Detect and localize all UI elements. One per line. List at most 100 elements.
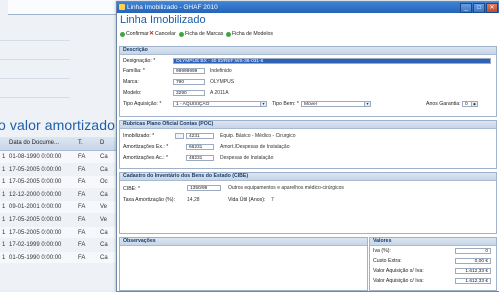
anos-garantia-stepper[interactable]: 0 ◆ xyxy=(462,101,478,107)
background-page-title: o valor amortizado xyxy=(0,117,115,133)
modelo-input[interactable]: 3290 xyxy=(173,90,205,96)
familia-label: Família: * xyxy=(123,68,145,74)
familia-description: Indefinido xyxy=(210,68,232,74)
table-row[interactable]: 1 17-02-1999 0:00:00 FA Ca xyxy=(0,239,120,252)
table-cell-date: 17-05-2005 0:00:00 xyxy=(9,216,62,223)
confirm-label: Confirmar xyxy=(126,31,149,37)
background-table-body: 1 01-08-1990 0:00:00 FA Ca 1 17-05-2005 0:00:… xyxy=(0,151,120,265)
table-cell-a: 1 xyxy=(2,242,6,249)
table-cell-t: FA xyxy=(78,216,86,223)
column-header-date[interactable]: Data do Docume... xyxy=(9,140,59,146)
background-table-header: Data do Docume... T. D xyxy=(0,137,120,151)
table-cell-d: Ca xyxy=(100,242,108,249)
imobilizado-checkbox[interactable] xyxy=(175,133,184,139)
cancel-button[interactable]: ✕ Cancelar xyxy=(149,31,176,38)
vida-util-value: 7 xyxy=(271,197,274,203)
valores-header: Valores xyxy=(370,238,496,246)
observacoes-textarea[interactable] xyxy=(122,247,365,288)
window-titlebar[interactable]: Linha Imobilizado - GHAF 2010 _ □ ✕ xyxy=(117,2,499,13)
table-cell-a: 1 xyxy=(2,204,6,211)
table-row[interactable]: 1 17-05-2005 0:00:00 FA Oc xyxy=(0,176,120,189)
tipo-bem-label: Tipo Bem: * xyxy=(272,101,299,107)
table-row[interactable]: 1 09-01-2001 0:00:00 FA Ve xyxy=(0,201,120,214)
table-cell-t: FA xyxy=(78,254,86,261)
table-cell-t: FA xyxy=(78,154,86,160)
marcas-icon xyxy=(179,31,184,37)
taxa-amortizacao-value: 14,28 xyxy=(187,197,200,203)
table-cell-date: 17-02-1999 0:00:00 xyxy=(9,242,62,249)
amortizacoes-ex-label: Amortizações Ex.: * xyxy=(123,144,169,150)
imobilizado-label: Imobilizado: * xyxy=(123,133,155,139)
designacao-input[interactable]: OLYMPUS BX - 40 ID/REF:WS-36-031-6 xyxy=(173,58,491,64)
amortizacoes-ex-input[interactable]: 66231 xyxy=(186,144,214,150)
column-header-d[interactable]: D xyxy=(100,140,104,146)
imobilizado-description: Equip. Básico - Médico - Cirurgico xyxy=(220,133,296,139)
table-cell-a: 1 xyxy=(2,216,6,223)
amortizacoes-ac-input[interactable]: 48231 xyxy=(186,155,214,161)
table-row[interactable]: 1 12-12-2000 0:00:00 FA Ca xyxy=(0,189,120,202)
custo-extra-input[interactable]: 0,00 € xyxy=(455,258,491,264)
chevron-down-icon[interactable]: ▼ xyxy=(364,102,370,106)
ficha-marcas-button[interactable]: Ficha de Marcas xyxy=(179,31,223,37)
modelo-label: Modelo: xyxy=(123,90,142,96)
modelo-description: A 2011A xyxy=(210,90,229,96)
window-title: Linha Imobilizado - GHAF 2010 xyxy=(127,4,218,11)
valor-aquisicao-siva-input[interactable]: 1.612,33 € xyxy=(455,268,491,274)
cibe-input[interactable]: 1350/99 xyxy=(187,185,221,191)
stepper-arrows-icon[interactable]: ◆ xyxy=(471,102,477,106)
table-cell-t: FA xyxy=(78,179,86,186)
tipo-bem-value: Móvel xyxy=(304,102,317,107)
valor-aquisicao-civa-label: Valor Aquisição c/ Iva: xyxy=(373,278,424,284)
tipo-bem-select[interactable]: Móvel ▼ xyxy=(301,101,371,107)
imobilizado-input[interactable]: 4231 xyxy=(186,133,214,139)
table-cell-d: Ve xyxy=(100,216,108,223)
table-row[interactable]: 1 01-05-1990 0:00:00 FA Ca xyxy=(0,251,120,265)
table-row[interactable]: 1 17-05-2005 0:00:00 FA Ca xyxy=(0,226,120,240)
table-cell-d: Ca xyxy=(100,229,108,236)
table-cell-d: Ca xyxy=(100,166,108,173)
table-cell-a: 1 xyxy=(2,254,6,261)
close-button[interactable]: ✕ xyxy=(486,3,498,13)
maximize-button[interactable]: □ xyxy=(473,3,485,13)
table-cell-date: 17-05-2005 0:00:00 xyxy=(9,166,62,173)
table-cell-date: 01-08-1990 0:00:00 xyxy=(9,154,62,160)
table-cell-t: FA xyxy=(78,191,86,198)
tipo-aquisicao-value: 1 - AQUISIÇÃO xyxy=(176,102,210,107)
observacoes-header: Observações xyxy=(120,238,367,246)
app-icon xyxy=(119,4,125,10)
familia-input[interactable]: 99999999 xyxy=(173,68,205,74)
vida-util-label: Vida Útil (Anos): xyxy=(228,197,266,203)
taxa-amortizacao-label: Taxa Amortização (%): xyxy=(123,197,175,203)
anos-garantia-label: Anos Garantia: xyxy=(426,101,461,107)
page-title: Linha Imobilizado xyxy=(120,14,206,26)
table-cell-date: 17-05-2005 0:00:00 xyxy=(9,179,62,186)
linha-imobilizado-window: Linha Imobilizado - GHAF 2010 _ □ ✕ Linh… xyxy=(116,1,499,292)
table-cell-a: 1 xyxy=(2,229,6,236)
minimize-button[interactable]: _ xyxy=(460,3,472,13)
table-row[interactable]: 1 01-08-1990 0:00:00 FA Ca xyxy=(0,151,120,164)
toolbar: Confirmar ✕ Cancelar Ficha de Marcas Fic… xyxy=(117,30,499,40)
iva-input[interactable]: 0 xyxy=(455,248,491,254)
tipo-aquisicao-select[interactable]: 1 - AQUISIÇÃO ▼ xyxy=(173,101,267,107)
marca-input[interactable]: 790 xyxy=(173,79,205,85)
table-cell-d: Oc xyxy=(100,179,108,186)
amortizacoes-ex-description: Amort./Despesas de Instalação xyxy=(220,144,290,150)
valor-aquisicao-civa-input[interactable]: 1.612,33 € xyxy=(455,278,491,284)
table-cell-t: FA xyxy=(78,166,86,173)
observacoes-section: Observações xyxy=(119,237,368,291)
table-cell-d: Ca xyxy=(100,254,108,261)
ficha-modelos-button[interactable]: Ficha de Modelos xyxy=(226,31,273,37)
cibe-label: CIBE: * xyxy=(123,186,141,192)
table-cell-a: 1 xyxy=(2,191,6,198)
table-row[interactable]: 1 17-05-2005 0:00:00 FA Ve xyxy=(0,214,120,227)
column-header-type[interactable]: T. xyxy=(78,140,83,146)
amortizacoes-ac-label: Amortizações Ac.: * xyxy=(123,155,168,161)
table-row[interactable]: 1 17-05-2005 0:00:00 FA Ca xyxy=(0,164,120,177)
confirm-button[interactable]: Confirmar xyxy=(120,31,149,37)
chevron-down-icon[interactable]: ▼ xyxy=(260,102,266,106)
table-cell-date: 17-05-2005 0:00:00 xyxy=(9,229,62,236)
table-cell-date: 09-01-2001 0:00:00 xyxy=(9,204,62,211)
modelos-icon xyxy=(226,31,231,37)
poc-header: Rubricas Plano Oficial Contas (POC) xyxy=(120,121,496,129)
background-divider-lines xyxy=(0,40,70,120)
